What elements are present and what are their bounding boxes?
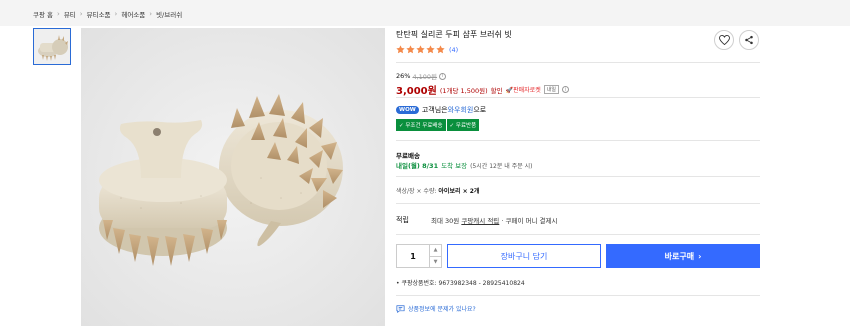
star-icon [436, 45, 445, 54]
rocket-badge: 🚀판매자로켓 [505, 87, 541, 94]
product-title: 탄탄픽 실리콘 두피 샴푸 브러쉬 빗 [396, 30, 512, 39]
breadcrumb-hair-items[interactable]: 헤어소품 [121, 9, 145, 19]
divider [396, 295, 760, 296]
star-icon [426, 45, 435, 54]
breadcrumb-brush[interactable]: 빗/브러쉬 [156, 9, 182, 19]
quantity-value[interactable]: 1 [397, 245, 429, 267]
star-icon [406, 45, 415, 54]
quantity-steps: ▲ ▼ [429, 245, 441, 267]
breadcrumb: 쿠팡 홈 › 뷰티 › 뷰티소품 › 헤어소품 › 빗/브러쉬 [33, 9, 182, 19]
breadcrumb-bar: 쿠팡 홈 › 뷰티 › 뷰티소품 › 헤어소품 › 빗/브러쉬 [0, 0, 850, 26]
report-text: 상품정보에 문제가 있나요? [408, 306, 476, 313]
breadcrumb-home[interactable]: 쿠팡 홈 [33, 9, 53, 19]
sale-price: 3,000원 [396, 86, 437, 97]
shipping-title: 무료배송 [396, 152, 420, 160]
breadcrumb-beauty-items[interactable]: 뷰티소품 [87, 9, 111, 19]
rating-stars[interactable]: (4) [396, 45, 458, 54]
order-cutoff: (5시간 12분 내 주문 시) [470, 162, 533, 170]
divider [396, 62, 760, 63]
chat-report-icon [396, 304, 405, 313]
buy-now-button[interactable]: 바로구매 › [606, 244, 760, 268]
quantity-decrease-button[interactable]: ▼ [430, 257, 441, 268]
breadcrumb-separator: › [114, 10, 118, 18]
info-icon[interactable]: i [439, 72, 447, 80]
points-label: 적립 [396, 216, 409, 224]
chevron-right-icon: › [698, 251, 702, 261]
price-row: 3,000원 (1개당 1,500원) 할인 🚀판매자로켓 내일 i [396, 82, 569, 97]
delivery-date: 내일(월) 8/31 [396, 162, 439, 170]
delivery-estimate: 내일(월) 8/31 도착 보장 (5시간 12분 내 주문 시) [396, 160, 533, 170]
wow-text-suffix: 으로 [473, 106, 487, 114]
points-info: 최대 30원 쿠팡캐시 적립 · 쿠페이 머니 결제시 [431, 215, 557, 225]
option-value: 아이보리 × 2개 [438, 188, 480, 195]
coupang-cash-link[interactable]: 쿠팡캐시 적립 [461, 217, 499, 225]
product-number: • 쿠팡상품번호: 9673982348 - 28925410824 [396, 280, 525, 287]
divider [396, 203, 760, 204]
unit-price: (1개당 1,500원) [439, 86, 488, 95]
add-to-cart-button[interactable]: 장바구니 담기 [447, 244, 601, 268]
sale-label: 할인 [490, 86, 503, 95]
original-price: 4,100원 [412, 73, 438, 81]
quantity-increase-button[interactable]: ▲ [430, 245, 441, 257]
share-button[interactable] [739, 30, 759, 50]
divider [396, 176, 760, 177]
free-return-badge: ✓ 무료반품 [446, 119, 480, 131]
share-icon [745, 35, 753, 45]
buy-now-label: 바로구매 [664, 251, 695, 261]
wow-membership: WOW 고객님은 와우회원 으로 [396, 105, 486, 115]
breadcrumb-separator: › [149, 10, 153, 18]
breadcrumb-beauty[interactable]: 뷰티 [64, 9, 76, 19]
breadcrumb-separator: › [79, 10, 83, 18]
divider [396, 97, 760, 98]
report-product-info-link[interactable]: 상품정보에 문제가 있나요? [396, 304, 476, 313]
divider [396, 140, 760, 141]
delivery-guarantee: 도착 보장 [441, 162, 468, 170]
option-label: 색상/장 × 수량: [396, 188, 439, 195]
product-thumbnail[interactable] [33, 28, 71, 65]
wishlist-button[interactable] [714, 30, 734, 50]
info-icon[interactable]: i [561, 86, 569, 93]
breadcrumb-separator: › [57, 10, 60, 18]
divider [396, 234, 760, 235]
star-icon [396, 45, 405, 54]
points-suffix: · 쿠페이 머니 결제시 [499, 217, 558, 225]
selected-option: 색상/장 × 수량: 아이보리 × 2개 [396, 186, 479, 195]
heart-icon [718, 35, 730, 45]
wow-text-prefix: 고객님은 [421, 106, 448, 114]
discount-info: 26% 4,100원 i [396, 71, 447, 81]
wow-member-link[interactable]: 와우회원 [448, 105, 474, 115]
benefit-badges: ✓ 무조건 무료배송 ✓ 무료반품 [396, 119, 480, 131]
star-icon [416, 45, 425, 54]
product-main-image [81, 28, 385, 326]
review-count[interactable]: (4) [449, 46, 458, 54]
discount-rate: 26% [396, 72, 411, 80]
free-shipping-badge: ✓ 무조건 무료배송 [396, 119, 446, 131]
points-prefix: 최대 30원 [431, 217, 462, 225]
tomorrow-badge: 내일 [543, 85, 559, 94]
wow-badge: WOW [396, 106, 419, 114]
quantity-stepper[interactable]: 1 ▲ ▼ [396, 244, 442, 268]
